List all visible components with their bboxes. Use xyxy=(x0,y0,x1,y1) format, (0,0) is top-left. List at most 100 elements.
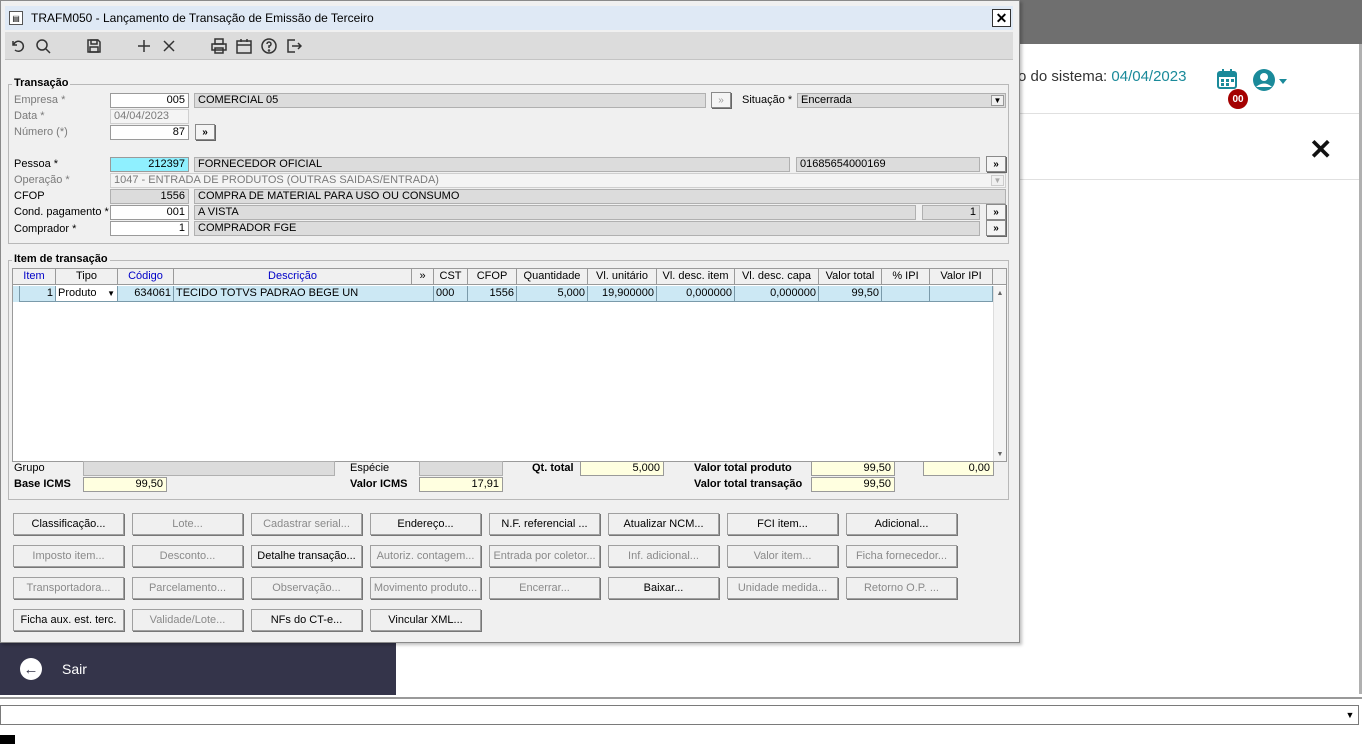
cadastrar-serial-button[interactable]: Cadastrar serial... xyxy=(251,513,362,535)
col-cfop[interactable]: CFOP xyxy=(468,269,517,285)
baixar-button[interactable]: Baixar... xyxy=(608,577,719,599)
empresa-search-button[interactable]: » xyxy=(711,92,731,108)
user-avatar-icon[interactable] xyxy=(1252,68,1288,94)
cell-cfop[interactable]: 1556 xyxy=(468,286,517,302)
cell-quantidade[interactable]: 5,000 xyxy=(517,286,588,302)
desconto-button[interactable]: Desconto... xyxy=(132,545,243,567)
cell-vl-desc-capa[interactable]: 0,000000 xyxy=(735,286,819,302)
vincular-xml-button[interactable]: Vincular XML... xyxy=(370,609,481,631)
numero-field[interactable]: 87 xyxy=(110,125,189,140)
cell-cst[interactable]: 000 xyxy=(434,286,468,302)
chevron-down-icon[interactable]: ▼ xyxy=(991,95,1004,106)
cfop-label: CFOP xyxy=(14,190,45,202)
col-vl-desc-capa[interactable]: Vl. desc. capa xyxy=(735,269,819,285)
bottom-combo[interactable]: ▼ xyxy=(0,705,1359,725)
dialog-close-button[interactable]: ✕ xyxy=(992,9,1011,27)
col-valor-ipi[interactable]: Valor IPI xyxy=(930,269,993,285)
retorno-op-button[interactable]: Retorno O.P. ... xyxy=(846,577,957,599)
col-vl-unitario[interactable]: Vl. unitário xyxy=(588,269,657,285)
exit-icon[interactable] xyxy=(284,36,304,56)
empresa-code-field[interactable]: 005 xyxy=(110,93,189,108)
pessoa-more-button[interactable]: » xyxy=(986,156,1006,172)
ficha-fornecedor-button[interactable]: Ficha fornecedor... xyxy=(846,545,957,567)
close-icon[interactable]: ✕ xyxy=(1309,133,1332,166)
chevron-down-icon[interactable]: ▼ xyxy=(107,286,115,301)
valor-item-button[interactable]: Valor item... xyxy=(727,545,838,567)
cell-valor-ipi[interactable] xyxy=(930,286,993,302)
back-arrow-icon: ← xyxy=(20,658,42,680)
app-icon: ▤ xyxy=(9,11,23,25)
cell-tipo-value: Produto xyxy=(58,287,97,299)
col-codigo[interactable]: Código xyxy=(118,269,174,285)
cfop-code-field: 1556 xyxy=(110,189,189,204)
help-icon[interactable] xyxy=(259,36,279,56)
cell-vl-unitario[interactable]: 19,900000 xyxy=(588,286,657,302)
save-icon[interactable] xyxy=(84,36,104,56)
col-valor-total[interactable]: Valor total xyxy=(819,269,882,285)
ficha-aux-est-terc-button[interactable]: Ficha aux. est. terc. xyxy=(13,609,124,631)
classificacao-button[interactable]: Classificação... xyxy=(13,513,124,535)
cell-valor-total[interactable]: 99,50 xyxy=(819,286,882,302)
situacao-select[interactable]: Encerrada ▼ xyxy=(797,93,1006,108)
col-tipo[interactable]: Tipo xyxy=(56,269,118,285)
undo-icon[interactable] xyxy=(8,36,28,56)
cell-descricao[interactable]: TECIDO TOTVS PADRAO BEGE UN xyxy=(174,286,434,302)
cond-pagamento-more-button[interactable]: » xyxy=(986,204,1006,220)
especie-label: Espécie xyxy=(350,462,390,474)
add-icon[interactable] xyxy=(134,36,154,56)
unidade-medida-button[interactable]: Unidade medida... xyxy=(727,577,838,599)
col-descricao[interactable]: Descrição xyxy=(174,269,412,285)
parcelamento-button[interactable]: Parcelamento... xyxy=(132,577,243,599)
col-cst[interactable]: CST xyxy=(434,269,468,285)
lote-button[interactable]: Lote... xyxy=(132,513,243,535)
fci-item-button[interactable]: FCI item... xyxy=(727,513,838,535)
table-row[interactable]: 1 Produto ▼ 634061 TECIDO TOTVS PADRAO BE… xyxy=(13,286,993,302)
calendar-icon[interactable] xyxy=(234,36,254,56)
items-table[interactable]: Item Tipo Código Descrição » CST CFOP Qu… xyxy=(12,268,1007,462)
numero-more-button[interactable]: » xyxy=(195,124,215,140)
cond-pagamento-code-field[interactable]: 001 xyxy=(110,205,189,220)
transportadora-button[interactable]: Transportadora... xyxy=(13,577,124,599)
col-expand[interactable]: » xyxy=(412,269,434,285)
endereco-button[interactable]: Endereço... xyxy=(370,513,481,535)
col-item[interactable]: Item xyxy=(13,269,56,285)
movimento-produto-button[interactable]: Movimento produto... xyxy=(370,577,481,599)
comprador-more-button[interactable]: » xyxy=(986,220,1006,236)
scroll-up-icon[interactable]: ▲ xyxy=(994,286,1006,300)
encerrar-button[interactable]: Encerrar... xyxy=(489,577,600,599)
cond-pagamento-num-field: 1 xyxy=(922,205,980,220)
cell-tipo[interactable]: Produto ▼ xyxy=(56,286,118,302)
col-pct-ipi[interactable]: % IPI xyxy=(882,269,930,285)
operacao-select: 1047 - ENTRADA DE PRODUTOS (OUTRAS SAIDA… xyxy=(110,173,1006,188)
chevron-down-icon[interactable]: ▼ xyxy=(1342,706,1358,724)
inf-adicional-button[interactable]: Inf. adicional... xyxy=(608,545,719,567)
observacao-button[interactable]: Observação... xyxy=(251,577,362,599)
adicional-button[interactable]: Adicional... xyxy=(846,513,957,535)
atualizar-ncm-button[interactable]: Atualizar NCM... xyxy=(608,513,719,535)
valor-total-transacao-field: 99,50 xyxy=(811,477,895,492)
delete-icon[interactable] xyxy=(159,36,179,56)
pessoa-code-field[interactable]: 212397 xyxy=(110,157,189,172)
cell-vl-desc-item[interactable]: 0,000000 xyxy=(657,286,735,302)
validade-lote-button[interactable]: Validade/Lote... xyxy=(132,609,243,631)
print-icon[interactable] xyxy=(209,36,229,56)
cell-item[interactable]: 1 xyxy=(19,286,56,302)
cell-pct-ipi[interactable] xyxy=(882,286,930,302)
detalhe-transacao-button[interactable]: Detalhe transação... xyxy=(251,545,362,567)
entrada-por-coletor-button[interactable]: Entrada por coletor... xyxy=(489,545,600,567)
col-quantidade[interactable]: Quantidade xyxy=(517,269,588,285)
scroll-down-icon[interactable]: ▼ xyxy=(994,447,1006,461)
imposto-item-button[interactable]: Imposto item... xyxy=(13,545,124,567)
empresa-name-field: COMERCIAL 05 xyxy=(194,93,706,108)
cond-pagamento-desc-field: A VISTA xyxy=(194,205,916,220)
autoriz-contagem-button[interactable]: Autoriz. contagem... xyxy=(370,545,481,567)
vertical-scrollbar[interactable]: ▲ ▼ xyxy=(993,286,1006,461)
col-vl-desc-item[interactable]: Vl. desc. item xyxy=(657,269,735,285)
sair-button[interactable]: ← Sair xyxy=(0,643,396,695)
search-icon[interactable] xyxy=(33,36,53,56)
comprador-code-field[interactable]: 1 xyxy=(110,221,189,236)
nfs-do-cte-button[interactable]: NFs do CT-e... xyxy=(251,609,362,631)
calendar-icon[interactable] xyxy=(1216,68,1238,90)
nf-referencial-button[interactable]: N.F. referencial ... xyxy=(489,513,600,535)
cell-codigo[interactable]: 634061 xyxy=(118,286,174,302)
